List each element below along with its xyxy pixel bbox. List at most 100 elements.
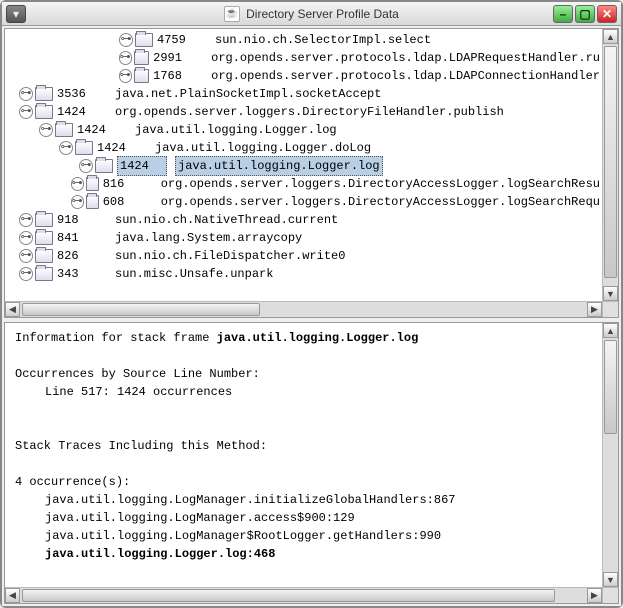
sample-count: 816 <box>103 175 153 193</box>
trace-line-current: java.util.logging.Logger.log:468 <box>45 547 275 561</box>
tree-row[interactable]: ⊶1424java.util.logging.Logger.log <box>7 157 600 175</box>
scroll-up-button[interactable]: ▲ <box>603 323 618 338</box>
scroll-right-button[interactable]: ▶ <box>587 302 602 317</box>
info-header-prefix: Information for stack frame <box>15 331 217 345</box>
occurrences-header: Occurrences by Source Line Number: <box>15 365 592 383</box>
sample-count: 1424 <box>77 121 127 139</box>
method-name: org.opends.server.loggers.DirectoryAcces… <box>161 175 600 193</box>
folder-icon <box>35 267 53 281</box>
call-tree: ⊶ 4759 sun.nio.ch.SelectorImpl.select ⊶ 2991… <box>5 29 602 285</box>
sample-count: 2991 <box>153 49 203 67</box>
folder-icon <box>86 195 99 209</box>
collapse-icon[interactable]: ⊶ <box>39 123 53 137</box>
tree-row[interactable]: ⊶3536java.net.PlainSocketImpl.socketAcce… <box>7 85 600 103</box>
sample-count: 4759 <box>157 31 207 49</box>
maximize-button[interactable]: ▢ <box>575 5 595 23</box>
tree-row[interactable]: ⊶ 1768 org.opends.server.protocols.ldap.LD… <box>7 67 600 85</box>
java-icon: ☕ <box>224 6 240 22</box>
info-vscrollbar[interactable]: ▲ ▼ <box>602 323 618 587</box>
scroll-thumb[interactable] <box>22 589 555 602</box>
method-name: java.util.logging.Logger.doLog <box>155 139 371 157</box>
method-name: java.lang.System.arraycopy <box>115 229 302 247</box>
tree-pane: ⊶ 4759 sun.nio.ch.SelectorImpl.select ⊶ 2991… <box>4 28 619 318</box>
tree-row[interactable]: ⊶1424org.opends.server.loggers.Directory… <box>7 103 600 121</box>
expand-icon[interactable]: ⊶ <box>19 213 33 227</box>
folder-icon <box>35 249 53 263</box>
scroll-track[interactable] <box>603 44 618 286</box>
tree-hscrollbar[interactable]: ◀ ▶ <box>5 301 602 317</box>
method-name: sun.nio.ch.FileDispatcher.write0 <box>115 247 345 265</box>
folder-icon <box>55 123 73 137</box>
tree-row[interactable]: ⊶ 918 sun.nio.ch.NativeThread.current <box>7 211 600 229</box>
window-menu-button[interactable]: ▾ <box>6 5 26 23</box>
scroll-track[interactable] <box>20 588 587 603</box>
expand-icon[interactable]: ⊶ <box>119 51 132 65</box>
method-name: org.opends.server.protocols.ldap.LDAPCon… <box>211 67 600 85</box>
method-name: org.opends.server.protocols.ldap.LDAPReq… <box>211 49 600 67</box>
tree-row[interactable]: ⊶608org.opends.server.loggers.DirectoryA… <box>7 193 600 211</box>
scroll-track[interactable] <box>20 302 587 317</box>
expand-icon[interactable]: ⊶ <box>19 87 33 101</box>
expand-icon[interactable]: ⊶ <box>119 69 132 83</box>
collapse-icon[interactable]: ⊶ <box>59 141 73 155</box>
tree-row[interactable]: ⊶ 343 sun.misc.Unsafe.unpark <box>7 265 600 283</box>
expand-icon[interactable]: ⊶ <box>19 267 33 281</box>
scroll-thumb[interactable] <box>604 46 617 278</box>
sample-count: 3536 <box>57 85 107 103</box>
expand-icon[interactable]: ⊶ <box>19 249 33 263</box>
scroll-down-button[interactable]: ▼ <box>603 572 618 587</box>
tree-row[interactable]: ⊶ 4759 sun.nio.ch.SelectorImpl.select <box>7 31 600 49</box>
expand-icon[interactable]: ⊶ <box>71 195 84 209</box>
trace-line: java.util.logging.LogManager.initializeG… <box>45 493 455 507</box>
close-button[interactable]: ✕ <box>597 5 617 23</box>
traces-header: Stack Traces Including this Method: <box>15 437 592 455</box>
method-name: sun.nio.ch.SelectorImpl.select <box>215 31 431 49</box>
folder-icon <box>75 141 93 155</box>
scroll-thumb[interactable] <box>22 303 260 316</box>
expand-icon[interactable]: ⊶ <box>119 33 133 47</box>
method-name: java.util.logging.Logger.log <box>135 121 337 139</box>
collapse-icon[interactable]: ⊶ <box>19 105 33 119</box>
tree-row[interactable]: ⊶ 841 java.lang.System.arraycopy <box>7 229 600 247</box>
sample-count: 343 <box>57 265 107 283</box>
scroll-thumb[interactable] <box>604 340 617 434</box>
collapse-icon[interactable]: ⊶ <box>79 159 93 173</box>
scroll-track[interactable] <box>603 338 618 572</box>
tree-row[interactable]: ⊶826sun.nio.ch.FileDispatcher.write0 <box>7 247 600 265</box>
scroll-left-button[interactable]: ◀ <box>5 588 20 603</box>
info-viewport[interactable]: Information for stack frame java.util.lo… <box>5 323 602 587</box>
sample-count: 841 <box>57 229 107 247</box>
tree-row[interactable]: ⊶ 1424 java.util.logging.Logger.log <box>7 121 600 139</box>
scroll-left-button[interactable]: ◀ <box>5 302 20 317</box>
info-hscrollbar[interactable]: ◀ ▶ <box>5 587 602 603</box>
trace-line: java.util.logging.LogManager.access$900:… <box>45 511 355 525</box>
tree-row[interactable]: ⊶ 2991 org.opends.server.protocols.ldap.LD… <box>7 49 600 67</box>
folder-icon <box>35 213 53 227</box>
tree-vscrollbar[interactable]: ▲ ▼ <box>602 29 618 301</box>
trace-group-count: 4 occurrence(s): <box>15 473 592 491</box>
tree-row[interactable]: ⊶ 816 org.opends.server.loggers.DirectoryA… <box>7 175 600 193</box>
content-area: ⊶ 4759 sun.nio.ch.SelectorImpl.select ⊶ 2991… <box>2 26 621 606</box>
info-header-method: java.util.logging.Logger.log <box>217 331 419 345</box>
folder-icon <box>35 231 53 245</box>
sample-count: 1424 <box>97 139 147 157</box>
scroll-corner <box>602 301 618 317</box>
sample-count: 918 <box>57 211 107 229</box>
scroll-right-button[interactable]: ▶ <box>587 588 602 603</box>
sample-count: 1768 <box>153 67 203 85</box>
folder-icon <box>86 177 99 191</box>
method-name: sun.misc.Unsafe.unpark <box>115 265 273 283</box>
scroll-up-button[interactable]: ▲ <box>603 29 618 44</box>
expand-icon[interactable]: ⊶ <box>71 177 84 191</box>
window-title: Directory Server Profile Data <box>246 7 399 21</box>
sample-count: 1424 <box>57 103 107 121</box>
folder-icon <box>135 33 153 47</box>
minimize-button[interactable]: – <box>553 5 573 23</box>
tree-viewport[interactable]: ⊶ 4759 sun.nio.ch.SelectorImpl.select ⊶ 2991… <box>5 29 602 301</box>
expand-icon[interactable]: ⊶ <box>19 231 33 245</box>
method-name: sun.nio.ch.NativeThread.current <box>115 211 338 229</box>
folder-icon <box>95 159 113 173</box>
tree-row[interactable]: ⊶ 1424 java.util.logging.Logger.doLog <box>7 139 600 157</box>
scroll-down-button[interactable]: ▼ <box>603 286 618 301</box>
folder-icon <box>35 87 53 101</box>
